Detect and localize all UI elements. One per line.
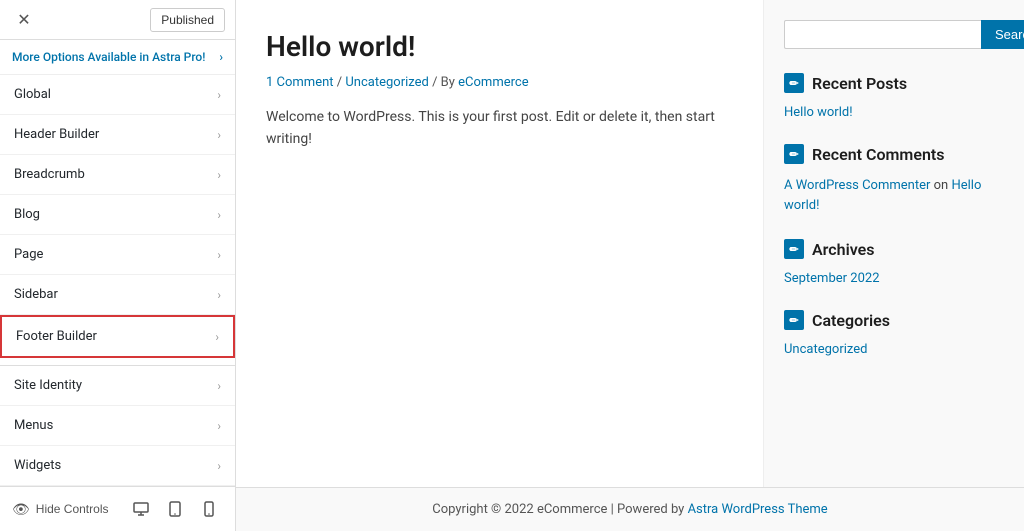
categories-icon: ✏ [784, 310, 804, 330]
recent-posts-heading: Recent Posts [812, 74, 907, 93]
astra-promo-banner[interactable]: More Options Available in Astra Pro! › [0, 40, 235, 75]
sidebar-item-sidebar-label: Sidebar [14, 287, 58, 302]
commenter-link[interactable]: A WordPress Commenter [784, 178, 930, 193]
sidebar-item-blog-label: Blog [14, 207, 40, 222]
recent-comments-title: ✏ Recent Comments [784, 144, 1004, 164]
sidebar-item-global[interactable]: Global › [0, 75, 235, 115]
post-category-link[interactable]: Uncategorized [345, 75, 428, 90]
recent-comments-widget: ✏ Recent Comments A WordPress Commenter … [784, 144, 1004, 215]
preview-area: Hello world! 1 Comment / Uncategorized /… [236, 0, 1024, 531]
page-preview: Hello world! 1 Comment / Uncategorized /… [236, 0, 1024, 531]
sidebar-item-page[interactable]: Page › [0, 235, 235, 275]
chevron-right-icon: › [217, 248, 221, 262]
category-link[interactable]: Uncategorized [784, 342, 1004, 357]
sidebar-item-header-builder-label: Header Builder [14, 127, 99, 142]
chevron-right-icon: › [217, 168, 221, 182]
recent-comment-item: A WordPress Commenter on Hello world! [784, 176, 1004, 215]
recent-comments-heading: Recent Comments [812, 145, 944, 164]
recent-comments-icon: ✏ [784, 144, 804, 164]
on-text: on [934, 178, 949, 193]
recent-post-link[interactable]: Hello world! [784, 105, 1004, 120]
desktop-icon[interactable] [127, 495, 155, 523]
search-button[interactable]: Search [981, 20, 1024, 49]
post-title: Hello world! [266, 30, 733, 63]
sidebar-item-breadcrumb[interactable]: Breadcrumb › [0, 155, 235, 195]
hide-controls-label: Hide Controls [36, 502, 109, 516]
chevron-right-icon: › [217, 208, 221, 222]
categories-title: ✏ Categories [784, 310, 1004, 330]
sidebar-top-bar: ✕ Published [0, 0, 235, 40]
sidebar-item-breadcrumb-label: Breadcrumb [14, 167, 85, 182]
archives-title: ✏ Archives [784, 239, 1004, 259]
recent-posts-widget: ✏ Recent Posts Hello world! [784, 73, 1004, 120]
search-widget: Search [784, 20, 1004, 49]
chevron-right-icon: › [217, 88, 221, 102]
sidebar-item-performance[interactable]: Performance › [0, 358, 235, 365]
sidebar-item-blog[interactable]: Blog › [0, 195, 235, 235]
sidebar-item-site-identity-label: Site Identity [14, 378, 82, 393]
sidebar-bottom-nav: Site Identity › Menus › Widgets › [0, 365, 235, 486]
device-icons-group [127, 495, 223, 523]
published-button[interactable]: Published [150, 8, 225, 32]
widgets-sidebar: Search ✏ Recent Posts Hello world! ✏ Rec… [764, 0, 1024, 487]
sidebar-item-widgets[interactable]: Widgets › [0, 446, 235, 486]
post-author-link[interactable]: eCommerce [458, 75, 528, 90]
sidebar-item-page-label: Page [14, 247, 43, 262]
sidebar-item-site-identity[interactable]: Site Identity › [0, 366, 235, 406]
chevron-right-icon: › [217, 128, 221, 142]
eye-icon: 👁 [12, 501, 30, 518]
sidebar-item-footer-builder[interactable]: Footer Builder › [0, 315, 235, 358]
hide-controls-button[interactable]: 👁 Hide Controls [12, 501, 108, 518]
archives-icon: ✏ [784, 239, 804, 259]
footer-text: Copyright © 2022 eCommerce | Powered by [432, 502, 687, 517]
archive-link[interactable]: September 2022 [784, 271, 1004, 286]
sidebar-item-global-label: Global [14, 87, 51, 102]
sidebar-item-header-builder[interactable]: Header Builder › [0, 115, 235, 155]
sidebar-nav: Global › Header Builder › Breadcrumb › B… [0, 75, 235, 365]
post-meta: 1 Comment / Uncategorized / By eCommerce [266, 75, 733, 90]
post-comments-link[interactable]: 1 Comment [266, 75, 334, 90]
tablet-icon[interactable] [161, 495, 189, 523]
astra-promo-chevron-icon: › [219, 50, 223, 64]
close-button[interactable]: ✕ [10, 6, 38, 34]
sidebar-item-menus-label: Menus [14, 418, 53, 433]
post-body: Welcome to WordPress. This is your first… [266, 106, 733, 151]
sidebar-item-widgets-label: Widgets [14, 458, 61, 473]
archives-heading: Archives [812, 240, 874, 259]
controls-bar: 👁 Hide Controls [0, 486, 235, 531]
chevron-right-icon: › [217, 459, 221, 473]
site-footer: Copyright © 2022 eCommerce | Powered by … [236, 487, 1024, 531]
chevron-right-icon: › [215, 330, 219, 344]
meta-separator-2: / By [429, 75, 458, 90]
meta-separator-1: / [334, 75, 346, 90]
chevron-right-icon: › [217, 419, 221, 433]
sidebar-item-sidebar[interactable]: Sidebar › [0, 275, 235, 315]
footer-theme-link[interactable]: Astra WordPress Theme [688, 502, 828, 517]
astra-promo-text: More Options Available in Astra Pro! [12, 50, 205, 64]
content-wrapper: Hello world! 1 Comment / Uncategorized /… [236, 0, 1024, 487]
archives-widget: ✏ Archives September 2022 [784, 239, 1004, 286]
categories-widget: ✏ Categories Uncategorized [784, 310, 1004, 357]
customizer-sidebar: ✕ Published More Options Available in As… [0, 0, 236, 531]
mobile-icon[interactable] [195, 495, 223, 523]
chevron-right-icon: › [217, 379, 221, 393]
post-content: Hello world! 1 Comment / Uncategorized /… [236, 0, 764, 487]
categories-heading: Categories [812, 311, 890, 330]
search-input[interactable] [784, 20, 981, 49]
sidebar-item-menus[interactable]: Menus › [0, 406, 235, 446]
recent-posts-icon: ✏ [784, 73, 804, 93]
chevron-right-icon: › [217, 288, 221, 302]
recent-posts-title: ✏ Recent Posts [784, 73, 1004, 93]
sidebar-item-footer-builder-label: Footer Builder [16, 329, 97, 344]
